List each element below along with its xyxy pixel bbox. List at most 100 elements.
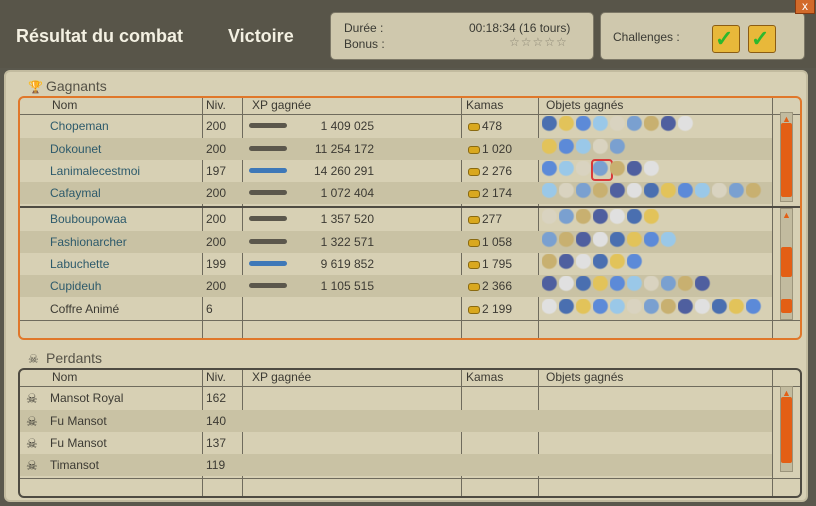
monster-name[interactable]: Timansot	[50, 458, 99, 472]
loot-item-icon[interactable]	[542, 232, 560, 250]
loot-item-icon[interactable]	[559, 299, 577, 317]
scroll-up-icon[interactable]: ▲	[781, 211, 792, 220]
loot-item-icon[interactable]	[610, 276, 628, 294]
player-name[interactable]: Bouboupowaa	[50, 212, 127, 226]
loot-item-icon[interactable]	[627, 276, 645, 294]
loot-item-icon[interactable]	[627, 116, 645, 134]
loot-item-icon[interactable]	[559, 254, 577, 272]
winners-scrollbar-top[interactable]: ▲	[780, 112, 793, 202]
table-row[interactable]: Cafaymal 200 1 072 404 2 174	[20, 182, 772, 204]
loot-item-icon[interactable]	[695, 276, 713, 294]
scroll-up-icon[interactable]: ▲	[781, 115, 792, 124]
loot-item-icon[interactable]	[746, 299, 764, 317]
loot-item-icon[interactable]	[593, 209, 611, 227]
loot-item-icon[interactable]	[559, 116, 577, 134]
loot-item-icon[interactable]	[661, 276, 679, 294]
loot-item-icon[interactable]	[627, 183, 645, 201]
table-row[interactable]: Dokounet 200 11 254 172 1 020	[20, 138, 772, 160]
loot-item-icon[interactable]	[695, 183, 713, 201]
close-icon[interactable]: x	[795, 0, 815, 14]
loot-item-icon[interactable]	[644, 232, 662, 250]
loot-item-icon[interactable]	[627, 299, 645, 317]
loot-item-icon[interactable]	[729, 183, 747, 201]
challenge-icon[interactable]: ✓	[712, 25, 740, 53]
loot-item-icon[interactable]	[644, 116, 662, 134]
table-row[interactable]: ☠ Timansot 119	[20, 454, 772, 476]
loot-item-icon[interactable]	[576, 183, 594, 201]
loot-item-icon[interactable]	[661, 299, 679, 317]
table-row[interactable]: Fashionarcher 200 1 322 571 1 058	[20, 231, 772, 253]
loot-item-icon[interactable]	[678, 299, 696, 317]
table-row[interactable]: Coffre Animé 6 2 199	[20, 298, 772, 320]
loot-item-icon[interactable]	[559, 209, 577, 227]
loot-item-icon[interactable]	[661, 183, 679, 201]
loot-item-icon[interactable]	[542, 139, 560, 157]
loot-item-icon[interactable]	[593, 299, 611, 317]
loot-item-icon[interactable]	[661, 116, 679, 134]
loot-item-icon[interactable]	[593, 139, 611, 157]
loot-item-icon[interactable]	[746, 183, 764, 201]
loot-item-icon[interactable]	[712, 299, 730, 317]
loot-item-icon[interactable]	[559, 161, 577, 179]
loot-item-icon[interactable]	[644, 276, 662, 294]
player-name[interactable]: Fashionarcher	[50, 235, 127, 249]
table-row[interactable]: Bouboupowaa 200 1 357 520 277	[20, 208, 772, 230]
loot-item-icon[interactable]	[644, 209, 662, 227]
loot-item-icon[interactable]	[576, 116, 594, 134]
monster-name[interactable]: Fu Mansot	[50, 436, 107, 450]
loot-item-icon[interactable]	[593, 183, 611, 201]
loot-item-icon[interactable]	[644, 299, 662, 317]
loot-item-icon[interactable]	[644, 161, 662, 179]
player-name[interactable]: Lanimalecestmoi	[50, 164, 140, 178]
loot-item-icon[interactable]	[610, 116, 628, 134]
loot-item-icon[interactable]	[678, 183, 696, 201]
loot-item-icon[interactable]	[627, 209, 645, 227]
player-name[interactable]: Dokounet	[50, 142, 101, 156]
challenge-icon[interactable]: ✓	[748, 25, 776, 53]
scroll-thumb[interactable]	[781, 397, 792, 463]
table-row[interactable]: ☠ Mansot Royal 162	[20, 387, 772, 409]
loot-item-icon[interactable]	[559, 183, 577, 201]
loot-item-icon[interactable]	[542, 254, 560, 272]
loot-item-icon[interactable]	[627, 161, 645, 179]
loot-item-icon[interactable]	[661, 232, 679, 250]
loot-item-icon[interactable]	[610, 161, 628, 179]
table-row[interactable]: ☠ Fu Mansot 140	[20, 410, 772, 432]
loot-item-icon[interactable]	[593, 116, 611, 134]
table-row[interactable]: Cupideuh 200 1 105 515 2 366	[20, 275, 772, 297]
player-name[interactable]: Cupideuh	[50, 279, 101, 293]
scroll-thumb[interactable]	[781, 299, 792, 313]
loot-item-icon[interactable]	[593, 276, 611, 294]
loot-item-icon[interactable]	[542, 276, 560, 294]
loot-item-icon[interactable]	[610, 299, 628, 317]
loot-item-icon[interactable]	[610, 139, 628, 157]
loot-item-icon[interactable]	[712, 183, 730, 201]
loot-item-icon[interactable]	[576, 276, 594, 294]
loot-item-icon[interactable]	[729, 299, 747, 317]
loot-item-icon[interactable]	[627, 232, 645, 250]
table-row[interactable]: Chopeman 200 1 409 025 478	[20, 115, 772, 137]
loot-item-icon[interactable]	[610, 209, 628, 227]
loot-item-icon[interactable]	[576, 161, 594, 179]
table-row[interactable]: Labuchette 199 9 619 852 1 795	[20, 253, 772, 275]
loot-item-icon[interactable]	[610, 232, 628, 250]
losers-scrollbar[interactable]: ▲	[780, 386, 793, 472]
player-name[interactable]: Cafaymal	[50, 186, 101, 200]
monster-name[interactable]: Mansot Royal	[50, 391, 123, 405]
player-name[interactable]: Labuchette	[50, 257, 109, 271]
loot-item-icon[interactable]	[593, 254, 611, 272]
loot-item-icon[interactable]	[695, 299, 713, 317]
loot-item-icon[interactable]	[593, 232, 611, 250]
scroll-thumb[interactable]	[781, 123, 792, 197]
scroll-thumb[interactable]	[781, 247, 792, 277]
winners-scrollbar-bottom[interactable]: ▲	[780, 208, 793, 320]
loot-item-icon[interactable]	[542, 209, 560, 227]
loot-item-icon[interactable]	[576, 254, 594, 272]
monster-name[interactable]: Fu Mansot	[50, 414, 107, 428]
table-row[interactable]: Lanimalecestmoi 197 14 260 291 2 276	[20, 159, 772, 182]
loot-item-icon[interactable]	[610, 183, 628, 201]
loot-item-icon[interactable]	[542, 116, 560, 134]
loot-item-icon[interactable]	[542, 299, 560, 317]
table-row[interactable]: ☠ Fu Mansot 137	[20, 432, 772, 454]
loot-item-icon[interactable]	[576, 299, 594, 317]
